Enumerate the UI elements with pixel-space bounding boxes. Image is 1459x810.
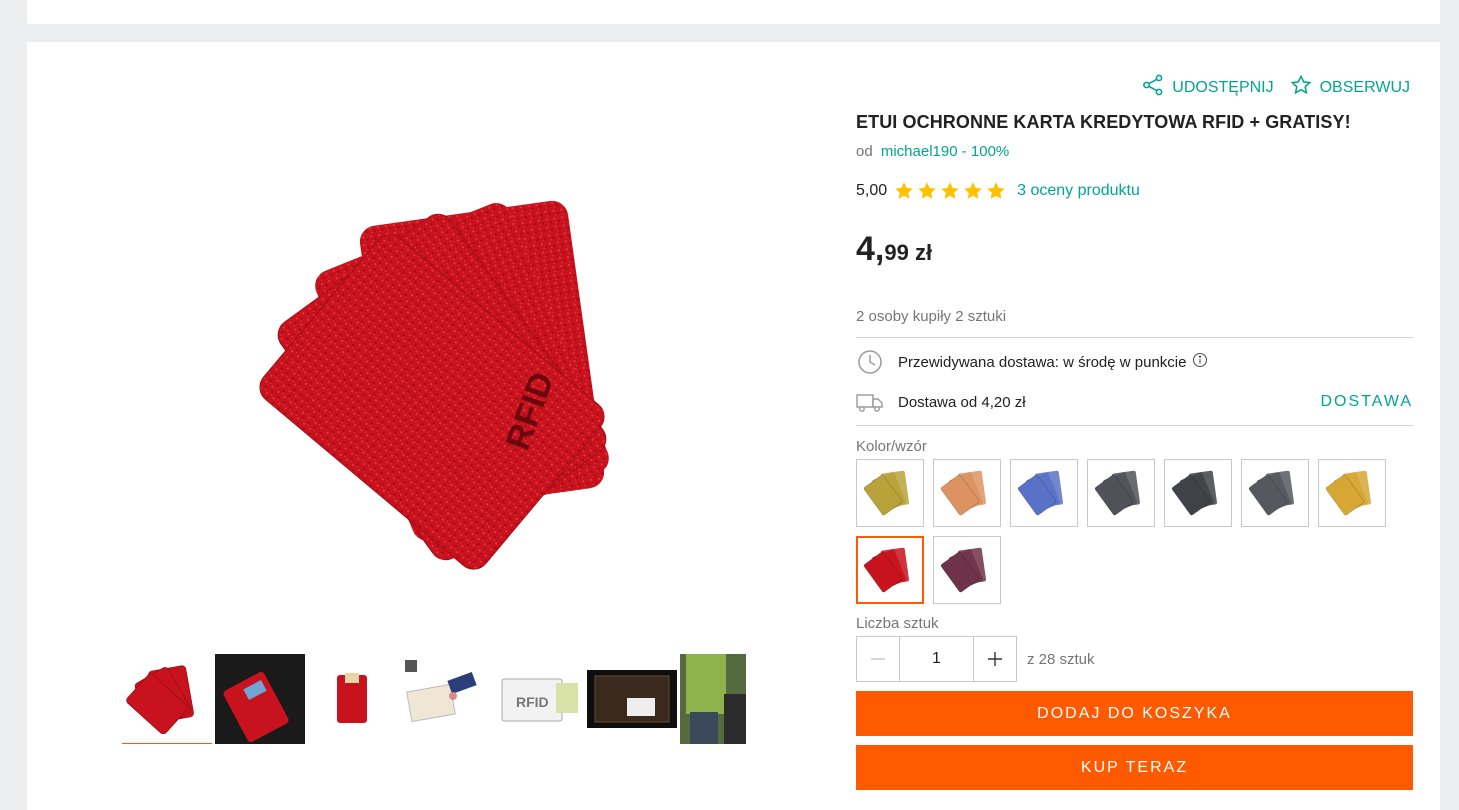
decrease-button[interactable] (856, 636, 900, 682)
variant-swatch[interactable] (856, 459, 924, 527)
star-icon (987, 182, 1005, 199)
price: 4,99 zł (856, 230, 932, 269)
seller-prefix: od (856, 143, 873, 160)
star-icon (918, 182, 936, 199)
variant-swatch[interactable] (1010, 459, 1078, 527)
star-icon (964, 182, 982, 199)
star-icon (895, 182, 913, 199)
variant-swatch[interactable] (933, 536, 1001, 604)
variant-swatch[interactable] (1318, 459, 1386, 527)
thumbnail-7[interactable] (680, 654, 746, 744)
share-icon (1142, 74, 1164, 101)
product-title: ETUI OCHRONNE KARTA KREDYTOWA RFID + GRA… (856, 112, 1351, 132)
svg-text:RFID: RFID (516, 694, 549, 710)
buy-now-button[interactable]: KUP TERAZ (856, 745, 1413, 790)
quantity-label: Liczba sztuk (856, 615, 939, 632)
product-card: RFID RFID UDOSTĘPNIJ OBSERWUJ ETUI OCHRO… (27, 42, 1440, 810)
thumbnail-4[interactable] (401, 654, 491, 744)
previous-section-card (27, 0, 1440, 24)
variant-swatch[interactable] (856, 536, 924, 604)
rating: 5,00 3 oceny produktu (856, 180, 1140, 202)
delivery-link[interactable]: DOSTAWA (1320, 393, 1413, 411)
clock-icon (856, 349, 884, 375)
thumbnail-3[interactable] (308, 654, 398, 744)
expected-delivery-text: Przewidywana dostawa: w środę w punkcie (898, 353, 1187, 371)
quantity-stepper: z 28 sztuk (856, 636, 1095, 682)
variant-swatch[interactable] (1241, 459, 1309, 527)
star-icon (941, 182, 959, 199)
seller-info: od michael190 - 100% (856, 143, 1009, 160)
rating-value: 5,00 (856, 182, 888, 199)
rating-stars (893, 180, 1007, 202)
stock-available: z 28 sztuk (1027, 650, 1095, 668)
seller-link[interactable]: michael190 - 100% (881, 143, 1009, 160)
truck-icon (856, 391, 884, 413)
thumbnail-2[interactable] (215, 654, 305, 744)
delivery-cost-row: Dostawa od 4,20 zł DOSTAWA (856, 388, 1413, 416)
share-label: UDOSTĘPNIJ (1172, 78, 1274, 96)
divider (856, 337, 1413, 338)
watch-button[interactable]: OBSERWUJ (1290, 74, 1410, 101)
watch-label: OBSERWUJ (1319, 78, 1410, 96)
increase-button[interactable] (973, 636, 1017, 682)
main-product-image[interactable]: RFID (227, 172, 687, 592)
share-button[interactable]: UDOSTĘPNIJ (1142, 74, 1274, 101)
thumbnail-1[interactable] (122, 654, 212, 744)
ratings-link[interactable]: 3 oceny produktu (1017, 182, 1140, 200)
variant-label: Kolor/wzór (856, 438, 927, 455)
minus-icon (871, 658, 885, 660)
quantity-input[interactable] (900, 636, 973, 682)
buyers-count: 2 osoby kupiły 2 sztuki (856, 308, 1007, 325)
price-rest: 99 zł (884, 240, 933, 265)
variant-swatch[interactable] (1164, 459, 1232, 527)
plus-icon (988, 652, 1002, 666)
variant-swatch[interactable] (933, 459, 1001, 527)
divider (856, 425, 1413, 426)
star-outline-icon (1290, 74, 1312, 101)
expected-delivery-row: Przewidywana dostawa: w środę w punkcie (856, 348, 1413, 376)
price-integer: 4, (856, 230, 885, 268)
product-actions: UDOSTĘPNIJ OBSERWUJ (1142, 74, 1410, 101)
info-icon[interactable] (1192, 352, 1208, 372)
add-to-cart-button[interactable]: DODAJ DO KOSZYKA (856, 691, 1413, 736)
thumbnail-strip: RFID (122, 654, 762, 746)
variant-swatch[interactable] (1087, 459, 1155, 527)
delivery-cost-text: Dostawa od 4,20 zł (898, 393, 1026, 411)
thumbnail-6[interactable] (587, 654, 677, 744)
thumbnail-5[interactable]: RFID (494, 654, 584, 744)
